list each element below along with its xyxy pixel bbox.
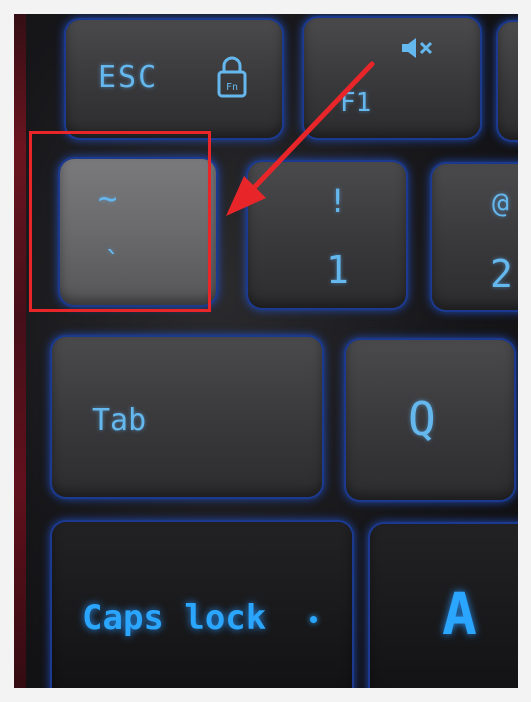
pointer-arrow-icon	[226, 61, 375, 216]
